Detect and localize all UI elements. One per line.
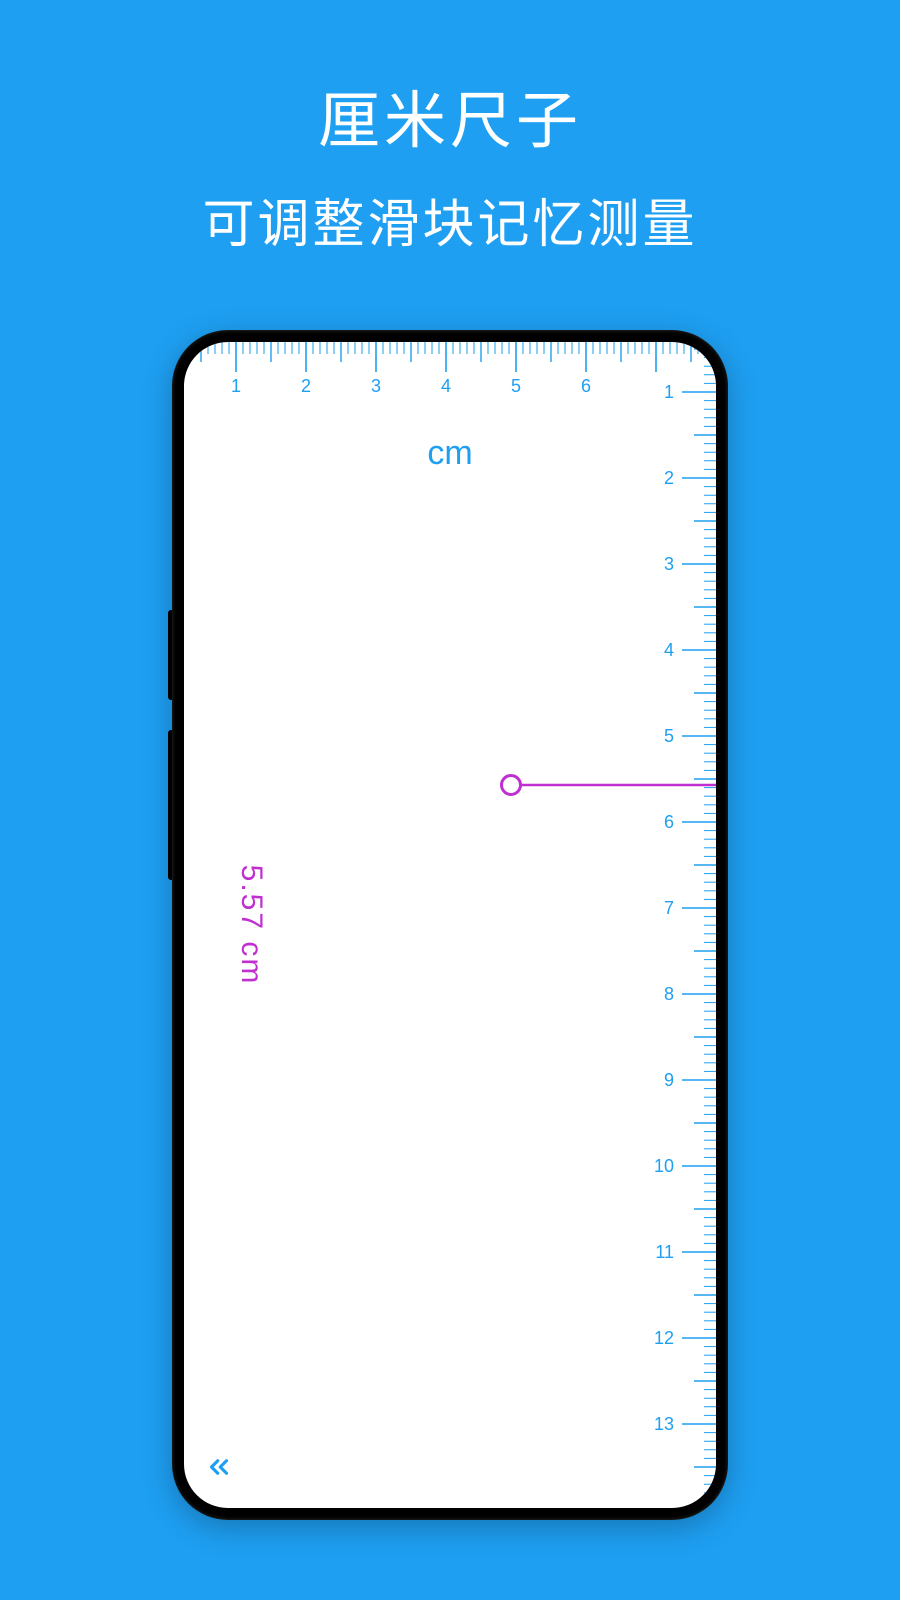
app-screen: 123456 12345678910111213 cm 5.57 cm [184,342,716,1508]
unit-label: cm [184,434,716,473]
right-ruler-label: 13 [654,1414,674,1434]
measurement-readout: 5.57 cm [234,865,268,986]
page-title: 厘米尺子 [0,0,900,160]
right-ruler-label: 8 [664,984,674,1004]
right-ruler-label: 1 [664,382,674,402]
right-ruler-label: 5 [664,726,674,746]
right-ruler-label: 7 [664,898,674,918]
right-ruler-label: 11 [655,1242,674,1262]
top-ruler-label: 4 [441,376,451,396]
right-ruler-label: 6 [664,812,674,832]
back-button[interactable] [204,1452,234,1482]
slider-handle[interactable] [500,774,522,796]
right-ruler-label: 10 [654,1156,674,1176]
page-subtitle: 可调整滑块记忆测量 [0,182,900,257]
top-ruler-label: 1 [231,376,241,396]
top-ruler-label: 3 [371,376,381,396]
top-ruler-label: 5 [511,376,521,396]
top-ruler-label: 2 [301,376,311,396]
right-ruler-label: 9 [664,1070,674,1090]
right-ruler-label: 12 [654,1328,674,1348]
top-ruler-label: 6 [581,376,591,396]
chevron-left-icon [204,1452,234,1482]
right-ruler-label: 4 [664,640,674,660]
phone-frame: 123456 12345678910111213 cm 5.57 cm [172,330,728,1520]
right-ruler-label: 3 [664,554,674,574]
